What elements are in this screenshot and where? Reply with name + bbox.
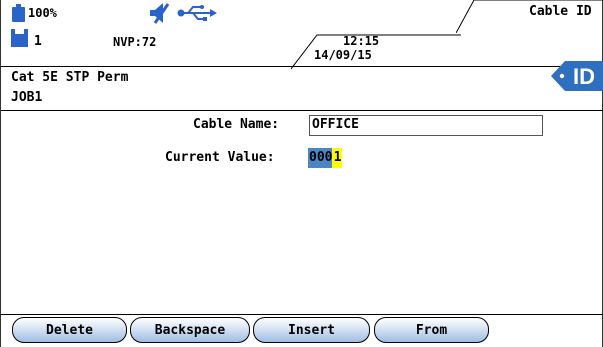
memory-card-icon	[11, 29, 28, 47]
backspace-button[interactable]: Backspace	[130, 317, 250, 343]
job-number: 1	[34, 34, 42, 49]
clock-time: 12:15	[343, 34, 380, 48]
delete-button[interactable]: Delete	[12, 317, 127, 343]
cable-name-value: OFFICE	[312, 117, 359, 132]
current-value-selection: 000	[308, 148, 333, 168]
cable-type: Cat 5E STP Perm	[11, 70, 129, 85]
softkey-bar: Delete Backspace Insert From	[1, 314, 603, 347]
cable-name-label: Cable Name:	[193, 117, 280, 132]
current-value-cursor: 1	[332, 148, 343, 168]
nvp-value: NVP:72	[113, 35, 157, 49]
screen-title: Cable ID	[529, 4, 592, 19]
current-value-label: Current Value:	[165, 150, 275, 165]
clock-date: 14/09/15	[314, 48, 372, 62]
id-badge-label: ID	[573, 64, 595, 89]
insert-button[interactable]: Insert	[253, 317, 370, 343]
header-bottom-divider	[1, 110, 603, 111]
id-badge-icon: ID	[551, 61, 603, 91]
header-divider	[1, 66, 603, 67]
current-value-field[interactable]: 000 1	[308, 148, 343, 168]
usb-icon	[177, 5, 217, 21]
job-name: JOB1	[11, 90, 43, 105]
speaker-muted-icon	[150, 3, 170, 24]
tester-screen: 100% Cable ID 1 NVP:72 12:15 14/09/15 Ca…	[0, 0, 603, 347]
battery-level: 100%	[28, 6, 57, 20]
battery-icon	[12, 4, 25, 22]
from-button[interactable]: From	[374, 317, 489, 343]
